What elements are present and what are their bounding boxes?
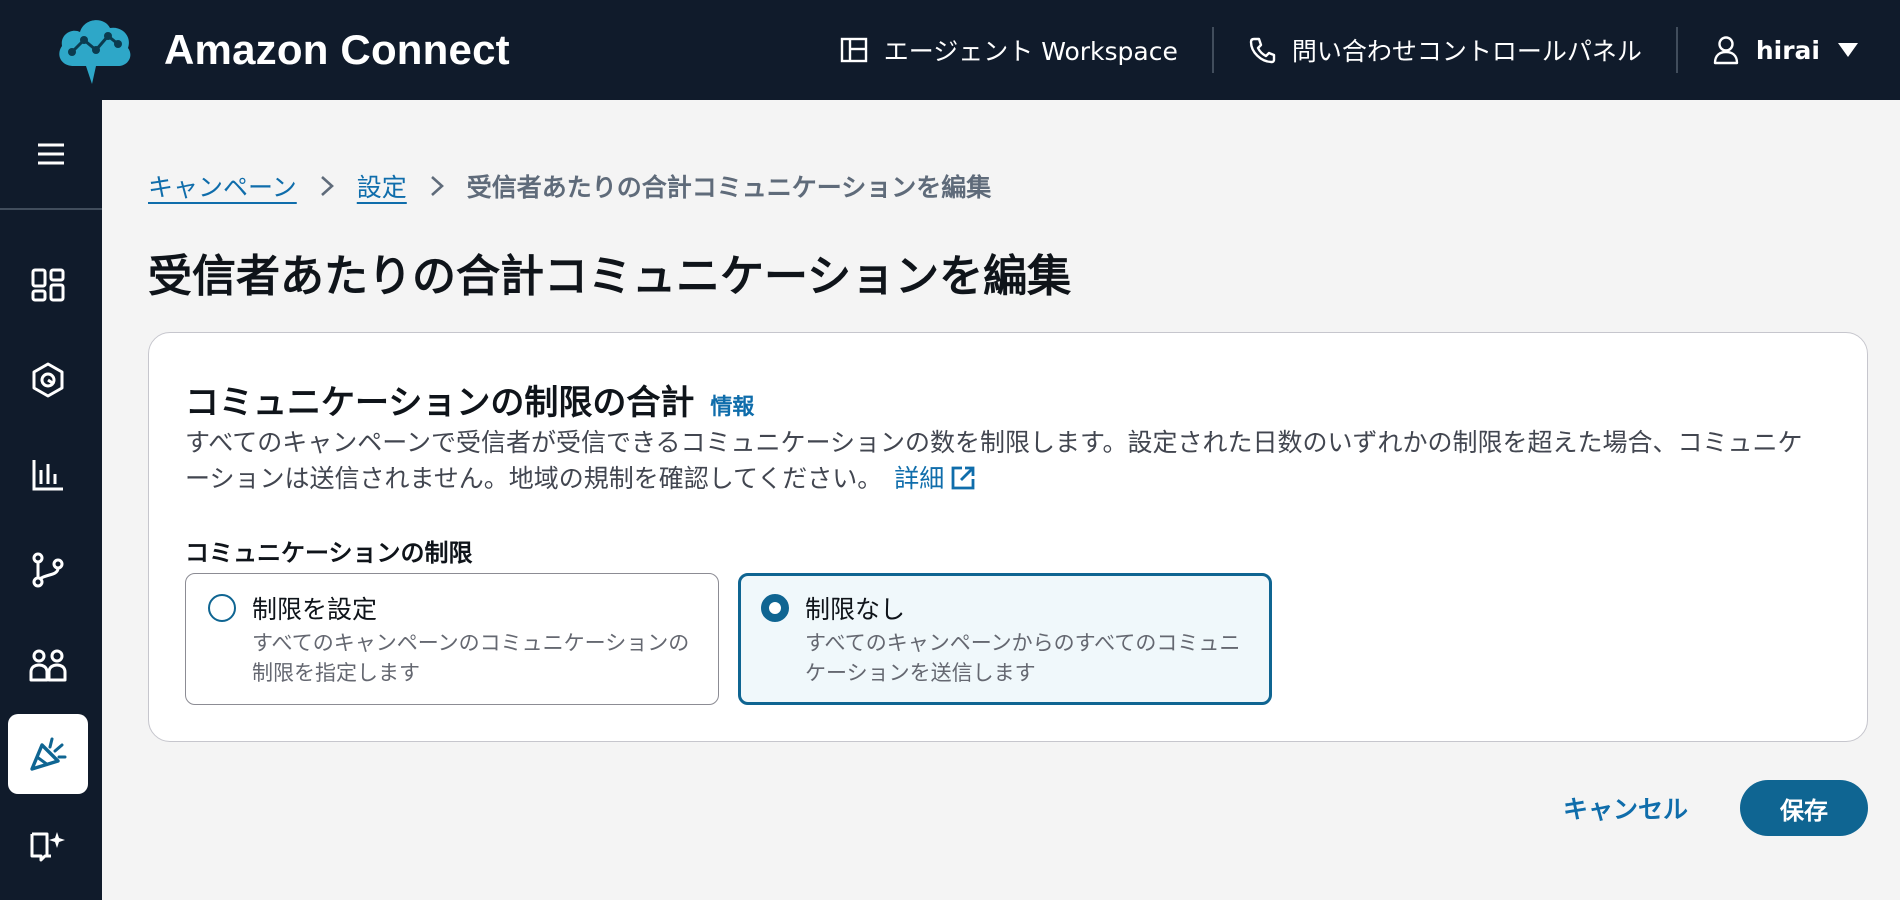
hamburger-icon [38,143,64,165]
page-title: 受信者あたりの合計コミュニケーションを編集 [148,251,1072,302]
set-limit-description: すべてのキャンペーンのコミュニケーションの制限を指定します [252,631,690,685]
panel-description-text: すべてのキャンペーンで受信者が受信できるコミュニケーションの数を制限します。設定… [185,428,1803,493]
knowledge-icon [30,832,65,862]
option-set-limit-tile[interactable]: 制限を設定 すべてのキャンペーンのコミュニケーションの制限を指定します [185,573,719,705]
sidebar-item-users[interactable] [8,625,88,705]
sidebar [0,100,102,900]
analytics-icon [32,460,63,491]
learn-more-label: 詳細 [894,464,945,493]
agent-workspace-link[interactable]: エージェント Workspace [806,0,1212,100]
communication-limits-panel: コミュニケーションの制限の合計 情報 すべてのキャンペーンで受信者が受信できるコ… [148,332,1868,742]
sidebar-divider [0,208,102,210]
panel-header: コミュニケーションの制限の合計 情報 [185,375,754,424]
campaigns-icon [30,737,67,771]
breadcrumb-settings-link[interactable]: 設定 [357,168,407,204]
communication-limit-label: コミュニケーションの制限 [185,539,473,567]
chevron-right-icon [319,174,335,198]
sidebar-item-flows[interactable] [8,530,88,610]
learn-more-link[interactable]: 詳細 [894,464,976,493]
top-nav: エージェント Workspace 問い合わせコントロールパネル hirai [806,0,1900,100]
breadcrumb-campaigns-link[interactable]: キャンペーン [148,168,297,204]
phone-icon [1249,37,1276,64]
no-limit-radio[interactable] [761,594,789,622]
brand[interactable]: Amazon Connect [0,0,510,100]
user-icon [1713,36,1739,65]
no-limit-title: 制限なし [805,595,906,624]
breadcrumb-current: 受信者あたりの合計コミュニケーションを編集 [466,173,992,202]
external-link-icon [951,466,975,490]
workspace-icon [840,37,867,63]
users-icon [29,649,67,682]
breadcrumb: キャンペーン 設定 受信者あたりの合計コミュニケーションを編集 [148,168,991,204]
sidebar-item-analytics[interactable] [8,435,88,515]
info-link[interactable]: 情報 [710,389,754,421]
brand-name: Amazon Connect [164,26,510,73]
user-name: hirai [1755,35,1820,65]
contact-control-panel-link[interactable]: 問い合わせコントロールパネル [1214,0,1676,100]
routing-icon [32,362,64,398]
menu-toggle-button[interactable] [0,100,102,208]
set-limit-radio[interactable] [208,594,236,622]
cancel-button[interactable]: キャンセル [1563,790,1688,826]
dashboard-icon [31,268,65,302]
set-limit-title: 制限を設定 [252,595,378,624]
agent-workspace-label: エージェント Workspace [883,37,1178,66]
chevron-right-icon [429,174,445,198]
option-no-limit-tile[interactable]: 制限なし すべてのキャンペーンからのすべてのコミュニケーションを送信します [738,573,1272,705]
caret-down-icon [1838,43,1858,57]
sidebar-item-dashboard[interactable] [8,245,88,325]
sidebar-item-campaigns[interactable] [8,714,88,794]
save-button[interactable]: 保存 [1740,780,1868,836]
form-actions: キャンセル 保存 [1563,780,1868,836]
sidebar-item-knowledge[interactable] [8,805,88,885]
panel-description: すべてのキャンペーンで受信者が受信できるコミュニケーションの数を制限します。設定… [185,425,1825,497]
sidebar-item-routing[interactable] [8,340,88,420]
contact-control-panel-label: 問い合わせコントロールパネル [1291,37,1642,66]
amazon-connect-logo-icon [59,20,131,84]
flows-icon [32,552,64,588]
top-navigation-bar: Amazon Connect エージェント Workspace 問い合わせコント… [0,0,1900,100]
panel-title: コミュニケーションの制限の合計 [185,383,695,423]
no-limit-description: すべてのキャンペーンからのすべてのコミュニケーションを送信します [805,631,1241,685]
user-menu[interactable]: hirai [1678,0,1900,100]
